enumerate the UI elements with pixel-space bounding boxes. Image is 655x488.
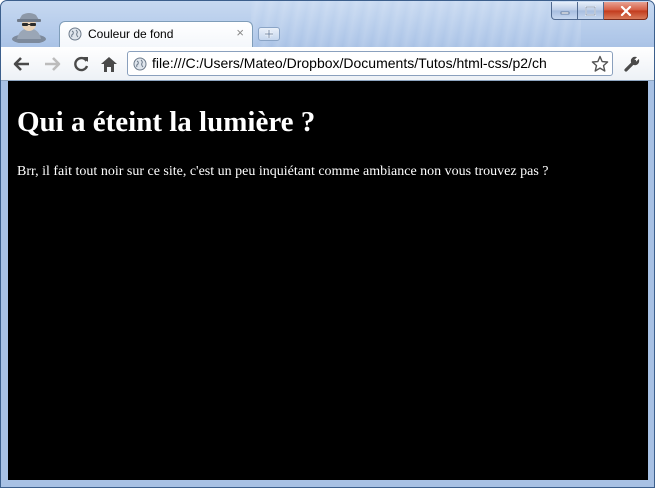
address-bar[interactable]: file:///C:/Users/Mateo/Dropbox/Documents… xyxy=(127,51,613,76)
page-globe-icon xyxy=(133,57,147,71)
minimize-icon xyxy=(560,11,569,14)
maximize-button[interactable] xyxy=(578,2,604,20)
forward-arrow-icon xyxy=(45,57,61,71)
toolbar: file:///C:/Users/Mateo/Dropbox/Documents… xyxy=(1,47,654,81)
browser-window: Couleur de fond × file:///C:/Users/Mateo… xyxy=(0,0,655,488)
page-paragraph: Brr, il fait tout noir sur ce site, c'es… xyxy=(17,164,549,179)
tab-couleur-de-fond[interactable]: Couleur de fond × xyxy=(59,21,253,47)
tab-close-button[interactable]: × xyxy=(236,25,244,41)
incognito-icon xyxy=(11,9,47,44)
wrench-menu-button[interactable] xyxy=(621,53,643,75)
back-arrow-icon xyxy=(13,57,29,71)
home-icon xyxy=(101,56,117,72)
minimize-button[interactable] xyxy=(551,2,578,20)
plus-icon xyxy=(265,30,273,38)
close-icon xyxy=(620,5,631,16)
window-controls xyxy=(551,2,648,21)
reload-icon xyxy=(74,56,89,72)
globe-icon xyxy=(68,27,82,41)
wrench-icon xyxy=(624,56,640,72)
tab-title: Couleur de fond xyxy=(88,27,174,41)
reload-button[interactable] xyxy=(70,53,92,75)
address-url[interactable]: file:///C:/Users/Mateo/Dropbox/Documents… xyxy=(152,55,547,71)
home-button[interactable] xyxy=(98,53,120,75)
back-button[interactable] xyxy=(11,53,33,75)
title-bar-glass xyxy=(251,1,581,47)
bookmark-star-button[interactable] xyxy=(590,53,610,74)
page-heading: Qui a éteint la lumière ? xyxy=(17,106,316,138)
maximize-icon xyxy=(585,5,596,16)
forward-button[interactable] xyxy=(41,53,63,75)
close-button[interactable] xyxy=(604,2,648,20)
page-content: Qui a éteint la lumière ? Brr, il fait t… xyxy=(8,81,648,480)
new-tab-button[interactable] xyxy=(258,27,280,41)
star-icon xyxy=(591,55,609,72)
